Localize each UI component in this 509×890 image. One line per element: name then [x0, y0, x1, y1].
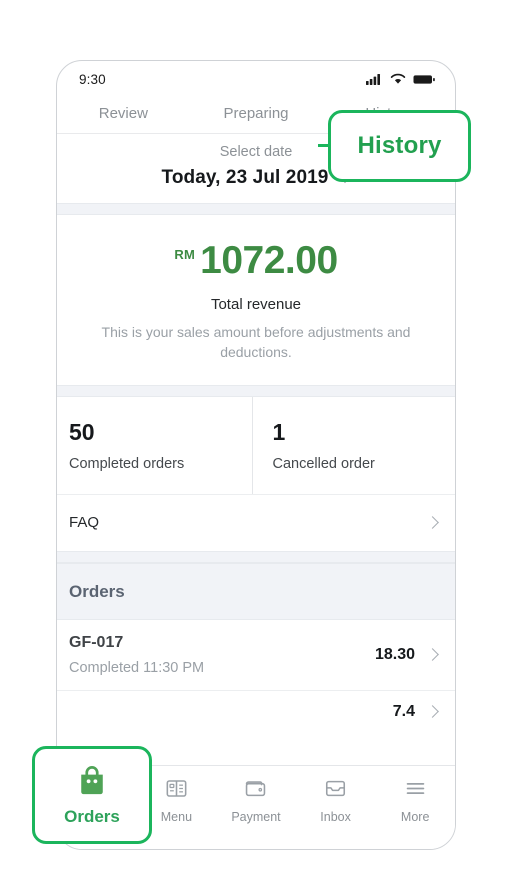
nav-label-payment: Payment	[231, 810, 281, 824]
chevron-right-icon[interactable]	[426, 648, 439, 661]
table-row[interactable]: GF-017 Completed 11:30 PM 18.30	[57, 619, 455, 691]
tab-preparing[interactable]: Preparing	[190, 105, 323, 122]
chevron-right-icon[interactable]	[426, 705, 439, 718]
currency-label: RM	[174, 247, 196, 262]
shopping-bag-icon	[81, 765, 103, 794]
revenue-amount: 1072.00	[200, 239, 338, 282]
signal-icon	[366, 74, 380, 85]
stat-completed-value: 50	[69, 418, 95, 445]
hamburger-icon	[406, 783, 424, 794]
order-stats-row: 50 Completed orders 1 Cancelled order	[57, 396, 456, 494]
faq-row[interactable]: FAQ	[57, 493, 455, 551]
inbox-tray-icon	[326, 780, 346, 797]
stat-completed-orders: 50 Completed orders	[57, 397, 252, 494]
status-bar: 9:30	[57, 61, 455, 93]
nav-item-inbox[interactable]: Inbox	[296, 776, 376, 824]
total-revenue-card: RM 1072.00 Total revenue This is your sa…	[57, 215, 455, 385]
wallet-icon	[246, 781, 266, 797]
menu-book-icon	[166, 780, 187, 797]
revenue-label: Total revenue	[210, 296, 302, 313]
revenue-amount-row: RM 1072.00	[83, 241, 429, 280]
table-row[interactable]: 7.4	[57, 690, 455, 731]
order-amount-group: 7.4	[392, 702, 439, 721]
chevron-right-icon[interactable]	[426, 516, 439, 529]
orders-section-header: Orders	[57, 562, 455, 620]
nav-label-more: More	[400, 810, 430, 824]
callout-history-label: History	[357, 132, 442, 159]
revenue-description: This is your sales amount before adjustm…	[101, 324, 411, 361]
stat-cancelled-label: Cancelled order	[272, 455, 375, 472]
faq-label: FAQ	[69, 514, 100, 532]
section-divider-band-2	[57, 384, 455, 397]
order-amount: 7.4	[392, 702, 415, 720]
nav-item-payment[interactable]: Payment	[216, 776, 296, 824]
stat-completed-label: Completed orders	[69, 455, 185, 472]
order-id: GF-017	[69, 633, 124, 651]
tab-review[interactable]: Review	[57, 105, 190, 122]
nav-item-more[interactable]: More	[375, 776, 455, 824]
section-divider-band-3	[57, 550, 455, 563]
order-amount: 18.30	[374, 645, 415, 663]
order-status: Completed 11:30 PM	[69, 659, 205, 676]
nav-label-inbox: Inbox	[320, 810, 351, 824]
callout-orders-label: Orders	[64, 806, 120, 826]
callout-orders: Orders	[32, 746, 152, 844]
battery-icon	[413, 74, 435, 84]
callout-history: History	[328, 110, 471, 182]
order-info: GF-017 Completed 11:30 PM	[69, 634, 204, 676]
nav-label-menu: Menu	[160, 810, 193, 824]
status-time: 9:30	[79, 71, 106, 87]
status-icons	[366, 73, 435, 85]
order-amount-group: 18.30	[374, 645, 439, 664]
wifi-icon	[390, 73, 406, 84]
section-divider-band	[57, 203, 455, 215]
stat-cancelled-value: 1	[272, 418, 286, 445]
stat-cancelled-orders: 1 Cancelled order	[251, 396, 456, 494]
orders-section-title: Orders	[69, 581, 125, 601]
selected-date-value: Today, 23 Jul 2019	[161, 167, 329, 188]
